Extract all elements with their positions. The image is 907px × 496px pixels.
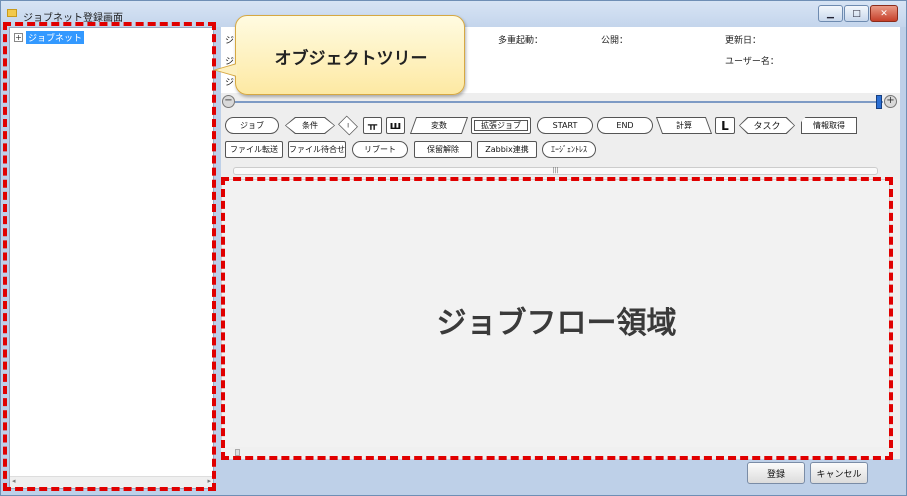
zoom-in-icon[interactable]: +	[884, 95, 897, 108]
flow-top-scrollbar[interactable]: |||	[221, 166, 900, 176]
palette-calculation-label: 計算	[676, 121, 692, 130]
username-label: ユーザー名：	[725, 57, 779, 67]
palette-task[interactable]: タスク	[739, 117, 795, 134]
zoom-slider-track[interactable]	[235, 101, 883, 103]
maximize-button[interactable]: □	[844, 5, 869, 22]
object-tree-highlight	[3, 22, 216, 491]
zoom-out-icon[interactable]: −	[222, 95, 235, 108]
icon-palette: ジョブ 条件 Ⅰ ㅠ ш 変数 拡張ジョブ START END 計算 L タスク…	[225, 115, 895, 163]
zoom-slider-thumb[interactable]	[876, 95, 882, 109]
job-net-registration-window: ジョブネット登録画面 ▁ □ ✕ + ジョブネット ◂ ▸ ジ ジ ジ 多重起動…	[0, 0, 907, 496]
callout-pointer-inner	[216, 64, 237, 76]
cancel-button[interactable]: キャンセル	[810, 462, 868, 484]
zoom-bar: − +	[221, 95, 900, 109]
palette-zabbix[interactable]: Zabbix連携	[477, 141, 537, 158]
palette-loop[interactable]: L	[715, 117, 735, 134]
palette-extended-job[interactable]: 拡張ジョブ	[471, 117, 531, 134]
window-controls: ▁ □ ✕	[818, 5, 898, 22]
palette-end[interactable]: END	[597, 117, 653, 134]
palette-release-hold[interactable]: 保留解除	[414, 141, 472, 158]
scroll-grip-icon[interactable]: |||	[233, 167, 878, 175]
palette-agentless[interactable]: ｴｰｼﾞｪﾝﾄﾚｽ	[542, 141, 596, 158]
palette-task-label: タスク	[740, 118, 794, 133]
object-tree-callout: オブジェクトツリー	[235, 15, 465, 95]
minimize-button[interactable]: ▁	[818, 5, 843, 22]
info-label-j1: ジ	[225, 36, 235, 46]
palette-variable-label: 変数	[431, 121, 447, 130]
palette-parallel-join[interactable]: ш	[386, 117, 405, 134]
close-button[interactable]: ✕	[870, 5, 898, 22]
palette-parallel-branch[interactable]: ㅠ	[363, 117, 382, 134]
public-label: 公開：	[601, 36, 629, 46]
palette-variable[interactable]: 変数	[409, 117, 469, 134]
palette-start[interactable]: START	[537, 117, 593, 134]
multi-start-label: 多重起動：	[498, 36, 544, 46]
register-button[interactable]: 登録	[747, 462, 805, 484]
palette-file-transfer[interactable]: ファイル転送	[225, 141, 283, 158]
palette-condition-label: 条件	[286, 118, 334, 133]
job-flow-highlight	[221, 177, 893, 460]
app-icon	[7, 9, 17, 17]
palette-info-get[interactable]: 情報取得	[801, 117, 857, 134]
palette-calculation[interactable]: 計算	[655, 117, 713, 134]
palette-parallel-start-label: Ⅰ	[347, 122, 349, 129]
palette-file-wait[interactable]: ファイル待合せ	[288, 141, 346, 158]
palette-parallel-start[interactable]: Ⅰ	[338, 115, 358, 136]
palette-condition[interactable]: 条件	[285, 117, 335, 134]
palette-reboot[interactable]: リブート	[352, 141, 408, 158]
palette-job[interactable]: ジョブ	[225, 117, 279, 134]
updated-date-label: 更新日：	[725, 36, 762, 46]
callout-text: オブジェクトツリー	[274, 49, 428, 69]
